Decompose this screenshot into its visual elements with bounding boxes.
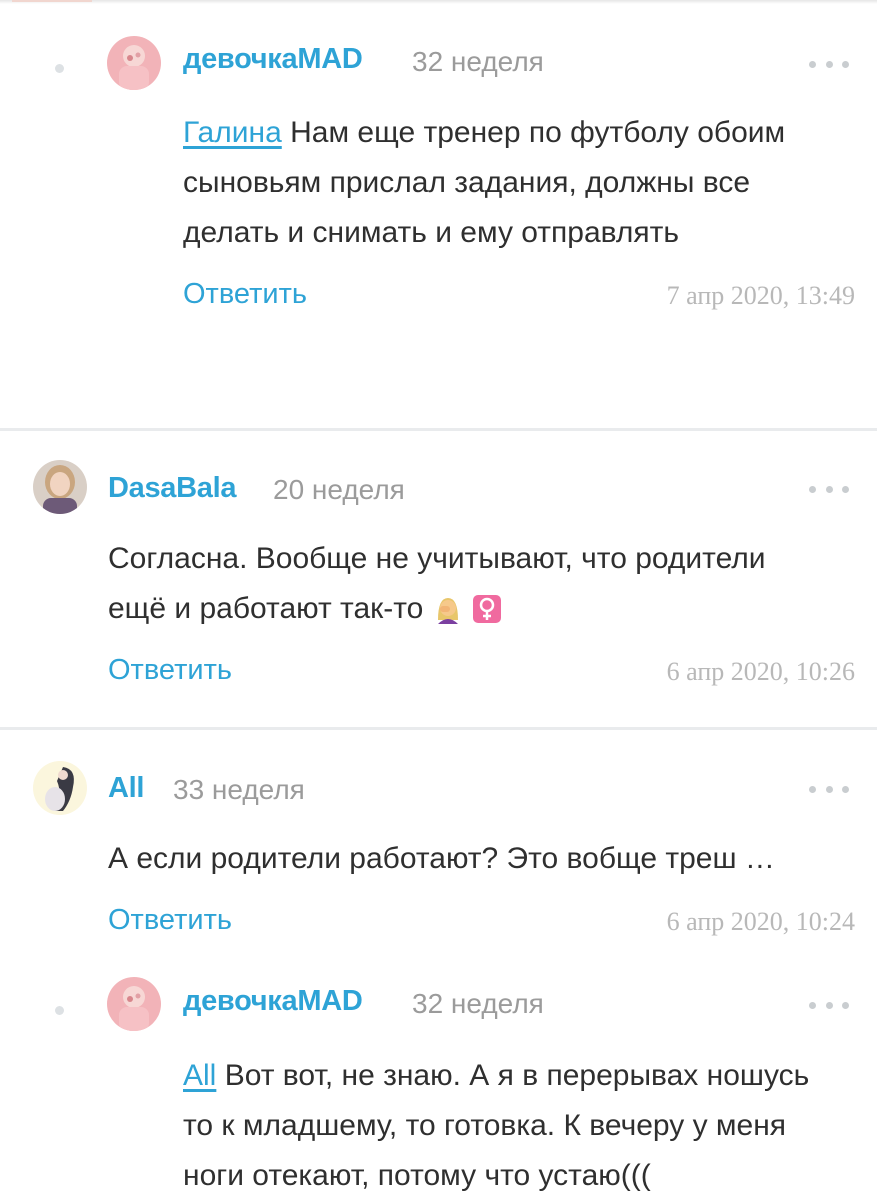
mention-link[interactable]: All — [183, 1059, 216, 1092]
comment-line: ноги отекают, потому что устаю((( — [183, 1159, 651, 1192]
reply-button[interactable]: Ответить — [108, 654, 232, 687]
author-name[interactable]: девочкаMAD — [183, 985, 363, 1018]
comment-reply-2: девочкаMAD 32 неделя All Вот вот, не зна… — [0, 971, 877, 1200]
pregnancy-week: 33 неделя — [173, 774, 305, 805]
avatar[interactable] — [33, 460, 87, 514]
more-options-icon[interactable] — [809, 59, 849, 69]
thread-dot — [55, 1006, 64, 1015]
pregnancy-week: 20 неделя — [273, 474, 405, 505]
comment-line: то к младшему, то готовка. К вечеру у ме… — [183, 1109, 787, 1142]
comment-line: А если родители работают? Это вобще треш… — [108, 842, 775, 875]
woman-facepalming-icon — [437, 598, 458, 624]
comment-line: Согласна. Вообще не учитывают, что родит… — [108, 542, 766, 575]
avatar-image — [107, 36, 161, 90]
reply-button[interactable]: Ответить — [108, 904, 232, 937]
thread-dot — [55, 64, 64, 73]
author-name[interactable]: девочкаMAD — [183, 43, 363, 76]
comment-3: All 33 неделя А если родители работают? … — [0, 731, 877, 971]
female-sign-icon — [473, 595, 502, 623]
avatar-image — [33, 761, 87, 815]
comment-reply-1: девочкаMAD 32 неделя Галина Нам еще трен… — [0, 0, 877, 430]
avatar-image — [107, 977, 161, 1031]
pregnancy-week: 32 неделя — [412, 46, 544, 77]
divider — [0, 727, 877, 730]
mention-link[interactable]: Галина — [183, 116, 282, 149]
comment-date: 6 апр 2020, 10:24 — [666, 907, 855, 936]
comment-line: делать и снимать и ему отправлять — [183, 216, 680, 249]
comment-date: 6 апр 2020, 10:26 — [666, 657, 855, 686]
more-options-icon[interactable] — [809, 484, 849, 494]
comment-line: Нам еще тренер по футболу обоим — [290, 116, 786, 149]
author-name[interactable]: All — [108, 772, 144, 805]
comment-text: All Вот вот, не знаю. А я в перерывах но… — [183, 1051, 863, 1201]
avatar[interactable] — [33, 761, 87, 815]
comment-text: А если родители работают? Это вобще треш… — [108, 834, 858, 884]
avatar-image — [33, 460, 87, 514]
more-options-icon[interactable] — [809, 784, 849, 794]
comment-line: Вот вот, не знаю. А я в перерывах ношусь — [224, 1059, 810, 1092]
comment-text: Галина Нам еще тренер по футболу обоим с… — [183, 108, 853, 258]
comment-line: сыновьям прислал задания, должны все — [183, 166, 751, 199]
comment-date: 7 апр 2020, 13:49 — [666, 281, 855, 310]
avatar[interactable] — [107, 977, 161, 1031]
comment-text: Согласна. Вообще не учитывают, что родит… — [108, 534, 858, 634]
more-options-icon[interactable] — [809, 1000, 849, 1010]
author-name[interactable]: DasaBala — [108, 472, 236, 505]
comment-2: DasaBala 20 неделя Согласна. Вообще не у… — [0, 432, 877, 727]
pregnancy-week: 32 неделя — [412, 988, 544, 1019]
reply-button[interactable]: Ответить — [183, 278, 307, 311]
divider — [0, 428, 877, 431]
avatar[interactable] — [107, 36, 161, 90]
comment-line: ещё и работают так-то — [108, 592, 424, 625]
